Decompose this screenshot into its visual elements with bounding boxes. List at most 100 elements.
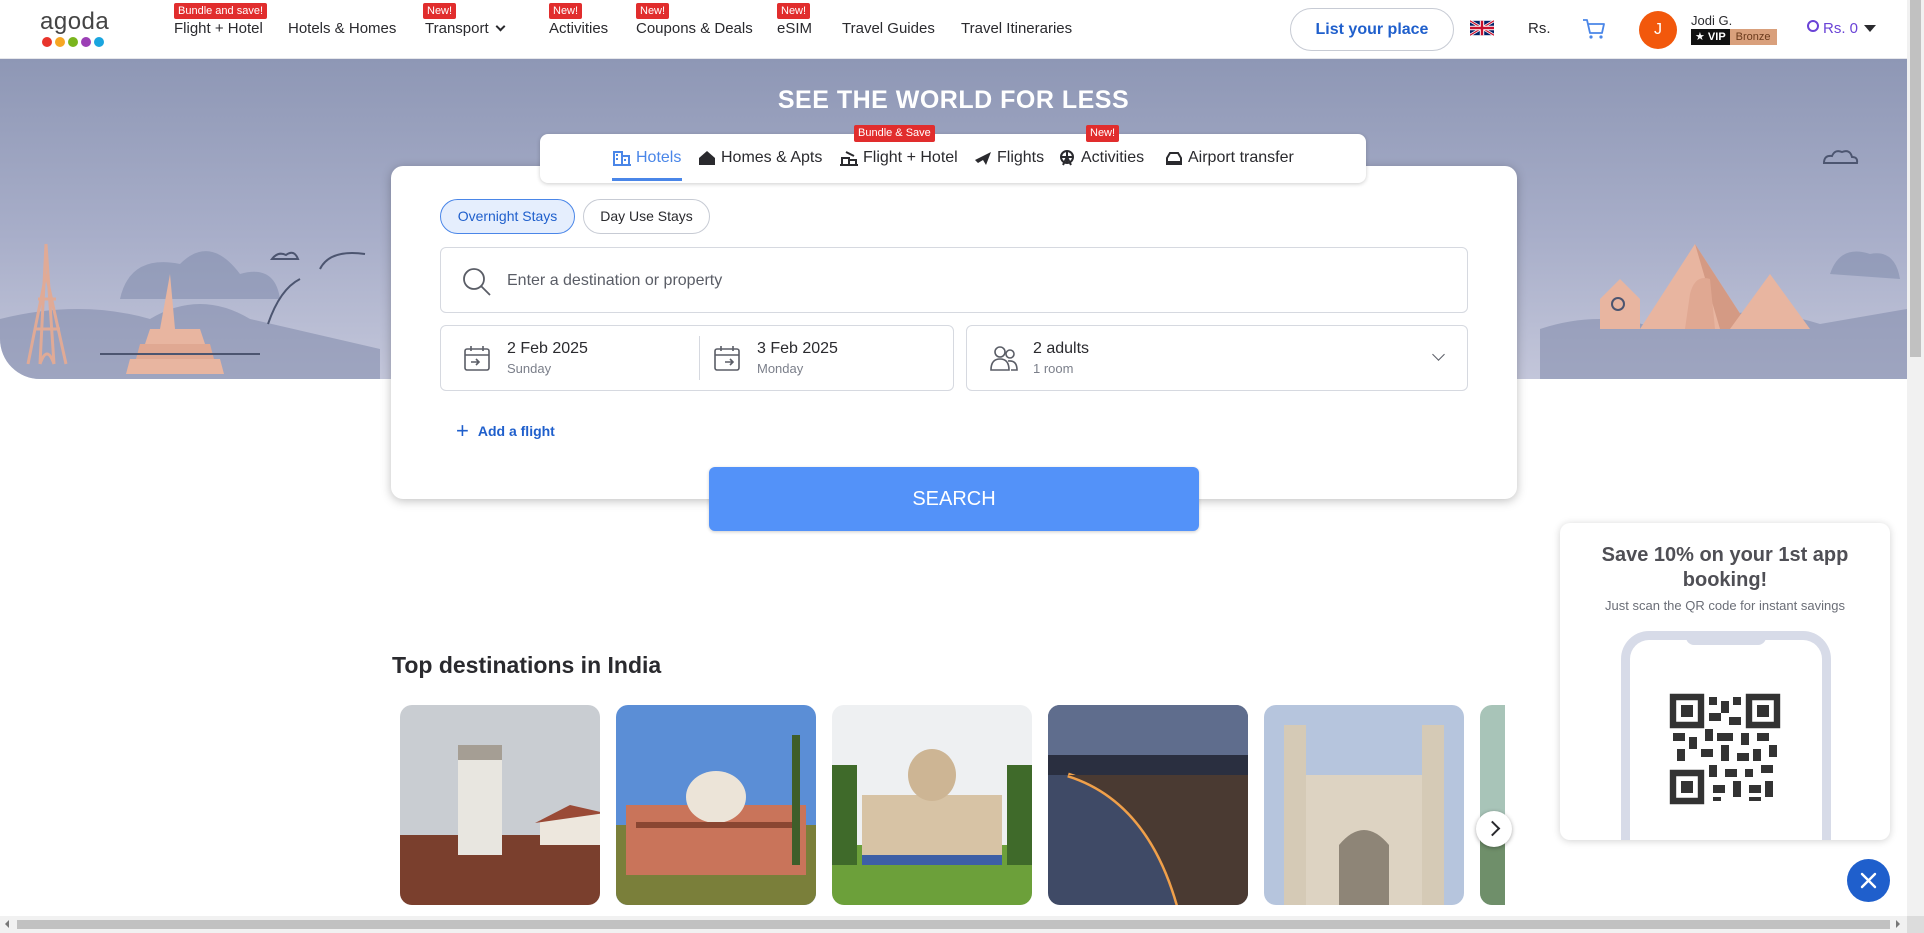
nav-badge-bundle: Bundle and save!: [174, 3, 268, 19]
vertical-scrollbar[interactable]: [1907, 0, 1924, 916]
day-use-stays-toggle[interactable]: Day Use Stays: [583, 199, 710, 234]
check-out-day: Monday: [757, 361, 804, 376]
coin-icon: [1807, 20, 1819, 32]
home-icon: [699, 151, 715, 165]
date-picker[interactable]: 2 Feb 2025 Sunday 3 Feb 2025 Monday: [440, 325, 954, 391]
date-divider: [699, 336, 700, 380]
vip-badge: ★ VIP Bronze: [1691, 29, 1777, 45]
product-tabs: Hotels Homes & Apts Bundle & Save Flight…: [540, 125, 1366, 183]
nav-badge-transport: New!: [423, 3, 457, 19]
agoda-logo[interactable]: agoda: [40, 10, 116, 50]
adults-count: 2 adults: [1033, 340, 1090, 357]
vip-tier: Bronze: [1729, 29, 1777, 45]
vip-label: ★ VIP: [1691, 29, 1730, 45]
top-navigation-bar: agoda Bundle and save! Flight + Hotel Ho…: [0, 0, 1907, 59]
guests-rooms-selector[interactable]: 2 adults 1 room: [966, 325, 1468, 391]
tab-flight-hotel[interactable]: Bundle & Save Flight + Hotel: [840, 125, 958, 167]
check-in-day: Sunday: [507, 361, 552, 376]
flight-hotel-icon: [840, 151, 858, 166]
destination-tile-mumbai[interactable]: [1048, 705, 1248, 905]
logo-dots: [40, 37, 116, 47]
plane-icon: [975, 152, 991, 165]
landmarks-right-illustration: [1540, 244, 1907, 379]
guests-icon: [990, 346, 1018, 371]
destination-tile-hyderabad[interactable]: [1264, 705, 1464, 905]
check-out-calendar-icon: [714, 346, 740, 371]
caret-down-icon: [1864, 25, 1877, 32]
search-icon: [463, 268, 491, 296]
tab-airport-transfer[interactable]: Airport transfer: [1165, 149, 1294, 167]
nav-travel-guides[interactable]: Travel Guides: [842, 20, 935, 37]
close-promo-button[interactable]: [1847, 859, 1890, 902]
nav-badge-coupons: New!: [636, 3, 670, 19]
destination-field[interactable]: [440, 247, 1468, 313]
close-icon: [1860, 872, 1877, 889]
destination-tile-delhi[interactable]: [616, 705, 816, 905]
ferris-wheel-icon: [1060, 150, 1074, 166]
section-title: Top destinations in India: [392, 652, 662, 678]
nav-badge-esim: New!: [777, 3, 811, 19]
plus-icon: +: [456, 418, 469, 443]
nav-transport[interactable]: Transport: [425, 20, 506, 37]
chevron-down-icon: [1432, 348, 1445, 361]
app-promo-popup: Save 10% on your 1st app booking! Just s…: [1560, 523, 1890, 840]
rooms-count: 1 room: [1033, 361, 1074, 376]
destination-tile-next[interactable]: [1480, 705, 1505, 905]
logo-text: agoda: [40, 8, 110, 35]
tab-label: Flights: [997, 149, 1045, 166]
qr-code: [1669, 693, 1781, 805]
tab-homes-apts[interactable]: Homes & Apts: [698, 149, 822, 167]
destination-tile-bengaluru[interactable]: [832, 705, 1032, 905]
tab-badge-new: New!: [1086, 125, 1120, 142]
nav-coupons-deals[interactable]: Coupons & Deals: [636, 20, 753, 37]
uk-flag-icon[interactable]: [1470, 19, 1494, 37]
tab-label: Activities: [1081, 149, 1145, 166]
nav-badge-activities: New!: [549, 3, 583, 19]
hotel-icon: [613, 151, 631, 166]
tab-flights[interactable]: Flights: [974, 149, 1044, 167]
horizontal-scroll-thumb[interactable]: [17, 920, 1890, 929]
tab-hotels[interactable]: Hotels: [613, 149, 681, 167]
nav-flight-hotel[interactable]: Flight + Hotel: [174, 20, 263, 37]
destination-tile-goa[interactable]: [400, 705, 600, 905]
tab-activities[interactable]: New! Activities: [1058, 125, 1145, 167]
nav-travel-itineraries[interactable]: Travel Itineraries: [961, 20, 1072, 37]
phone-notch: [1686, 631, 1766, 645]
check-out-date: 3 Feb 2025: [757, 340, 838, 357]
active-tab-indicator: [612, 178, 682, 181]
cloud-icon: [1822, 150, 1859, 164]
tab-label: Hotels: [636, 149, 682, 166]
search-button[interactable]: SEARCH: [709, 467, 1199, 531]
scrollbar-corner: [1907, 916, 1924, 933]
add-flight-label: Add a flight: [477, 423, 555, 439]
hero-title: SEE THE WORLD FOR LESS: [777, 86, 1130, 114]
horizontal-scrollbar[interactable]: [0, 916, 1907, 933]
scroll-right-arrow[interactable]: [1896, 920, 1900, 928]
destinations-carousel: [400, 705, 1505, 905]
rewards-balance[interactable]: Rs. 0: [1807, 20, 1877, 37]
add-flight-link[interactable]: + Add a flight: [456, 418, 555, 443]
avatar[interactable]: J: [1639, 11, 1677, 49]
nav-transport-label: Transport: [425, 20, 489, 37]
nav-activities[interactable]: Activities: [549, 20, 608, 37]
overnight-stays-toggle[interactable]: Overnight Stays: [440, 199, 575, 234]
list-your-place-button[interactable]: List your place: [1290, 8, 1454, 51]
check-in-date: 2 Feb 2025: [507, 340, 588, 357]
carousel-next-button[interactable]: [1476, 811, 1512, 847]
check-in-calendar-icon: [464, 346, 490, 371]
scroll-left-arrow[interactable]: [5, 920, 9, 928]
tab-label: Airport transfer: [1188, 149, 1294, 166]
car-icon: [1166, 152, 1182, 165]
vertical-scroll-thumb[interactable]: [1910, 0, 1921, 357]
destination-input[interactable]: [507, 264, 1407, 298]
nav-hotels-homes[interactable]: Hotels & Homes: [288, 20, 396, 37]
rewards-amount: Rs. 0: [1823, 20, 1859, 37]
promo-subtitle: Just scan the QR code for instant saving…: [1605, 598, 1845, 613]
promo-title: Save 10% on your 1st app booking!: [1601, 544, 1849, 591]
nav-esim[interactable]: eSIM: [777, 20, 812, 37]
user-name[interactable]: Jodi G.: [1691, 13, 1732, 28]
landmarks-left-illustration: [0, 243, 380, 379]
currency-selector[interactable]: Rs.: [1528, 20, 1551, 37]
tab-badge-bundle: Bundle & Save: [854, 125, 935, 142]
cart-icon[interactable]: [1582, 18, 1606, 40]
